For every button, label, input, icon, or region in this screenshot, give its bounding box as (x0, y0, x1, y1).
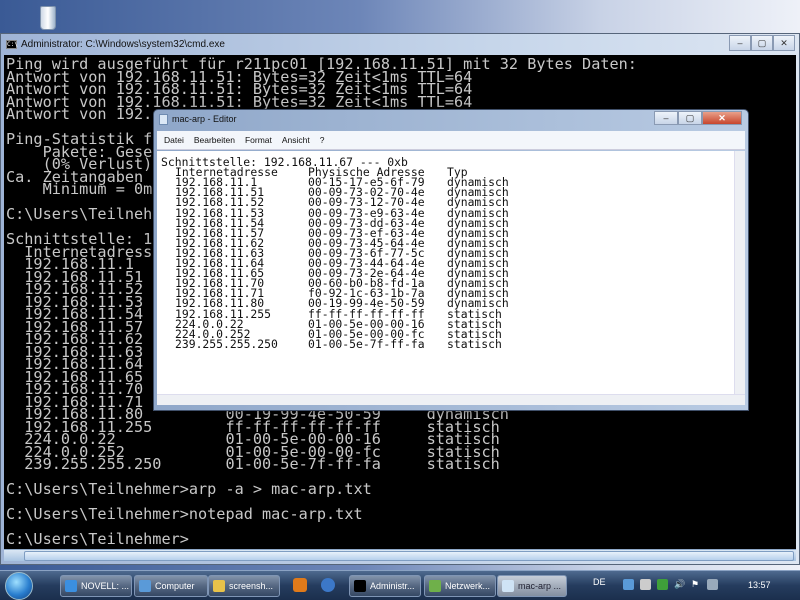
network-icon (429, 580, 441, 592)
taskbar: NOVELL: ... Computer screensh... Administr.… (0, 570, 800, 600)
mac-address: 01-00-5e-7f-ff-fa (308, 336, 425, 351)
taskbar-button-label: screensh... (229, 581, 274, 591)
taskbar-button[interactable]: NOVELL: ... (60, 575, 132, 597)
media-player-icon[interactable] (293, 578, 307, 592)
horizontal-scrollbar[interactable] (157, 394, 745, 405)
console-line: C:\Users\Teilnehmer> (6, 530, 189, 548)
taskbar-button[interactable]: screensh... (208, 575, 280, 597)
computer-icon (139, 580, 151, 592)
taskbar-button-label: mac-arp ... (518, 581, 562, 591)
cmd-icon: C:\ (6, 40, 18, 49)
console-line: 239.255.255.250 01-00-5e-7f-ff-fa statis… (6, 455, 500, 473)
menu-help[interactable]: ? (320, 131, 325, 149)
notepad-title: mac-arp - Editor (172, 114, 237, 124)
taskbar-button[interactable]: Administr... (349, 575, 421, 597)
internet-explorer-icon (65, 580, 77, 592)
taskbar-button[interactable]: Netzwerk... (424, 575, 496, 597)
tray-icon[interactable] (657, 579, 668, 590)
ip-address: 239.255.255.250 (175, 336, 278, 351)
close-button[interactable]: ✕ (773, 35, 795, 51)
volume-icon[interactable]: 🔊 (674, 579, 685, 590)
minimize-button[interactable]: – (729, 35, 751, 51)
menu-bearbeiten[interactable]: Bearbeiten (194, 131, 235, 149)
taskbar-button-label: Netzwerk... (445, 581, 491, 591)
notepad-window[interactable]: mac-arp - Editor – ▢ ✕ Datei Bearbeiten … (153, 109, 749, 411)
scroll-thumb[interactable] (24, 551, 794, 561)
minimize-button[interactable]: – (654, 111, 678, 125)
start-button[interactable] (5, 572, 33, 600)
recycle-bin-icon[interactable] (34, 4, 62, 32)
vertical-scrollbar[interactable] (734, 151, 745, 394)
type: statisch (447, 336, 502, 351)
taskbar-button[interactable]: Computer (134, 575, 208, 597)
cmd-title: Administrator: C:\Windows\system32\cmd.e… (21, 39, 225, 50)
console-line: C:\Users\Teilneh (6, 205, 153, 223)
network-tool-icon[interactable] (321, 578, 335, 592)
close-button[interactable]: ✕ (702, 111, 742, 125)
clock[interactable]: 13:57 (748, 580, 771, 590)
cmd-titlebar[interactable]: C:\ Administrator: C:\Windows\system32\c… (6, 39, 225, 50)
horizontal-scrollbar[interactable] (4, 549, 796, 561)
taskbar-button-label: Administr... (370, 581, 415, 591)
console-line: C:\Users\Teilnehmer>arp -a > mac-arp.txt (6, 480, 372, 498)
flag-icon[interactable]: ⚑ (691, 579, 702, 590)
taskbar-button-label: Computer (155, 581, 195, 591)
console-line: Minimum = 0m (6, 180, 153, 198)
tray-icon[interactable] (640, 579, 651, 590)
language-indicator[interactable]: DE (593, 577, 606, 587)
maximize-button[interactable]: ▢ (678, 111, 702, 125)
network-icon[interactable] (707, 579, 718, 590)
notepad-icon (159, 114, 168, 125)
console-line: Antwort von 192. (6, 105, 153, 123)
taskbar-button-label: NOVELL: ... (81, 581, 130, 591)
menu-format[interactable]: Format (245, 131, 272, 149)
cmd-icon (354, 580, 366, 592)
menu-bar: Datei Bearbeiten Format Ansicht ? (157, 131, 745, 150)
menu-datei[interactable]: Datei (164, 131, 184, 149)
folder-icon (213, 580, 225, 592)
tray-icon[interactable] (623, 579, 634, 590)
menu-ansicht[interactable]: Ansicht (282, 131, 310, 149)
taskbar-button[interactable]: mac-arp ... (497, 575, 567, 597)
notepad-icon (502, 580, 514, 592)
text-area[interactable]: Schnittstelle: 192.168.11.67 --- 0xb Inte… (157, 151, 734, 394)
maximize-button[interactable]: ▢ (751, 35, 773, 51)
console-line: C:\Users\Teilnehmer>notepad mac-arp.txt (6, 505, 363, 523)
